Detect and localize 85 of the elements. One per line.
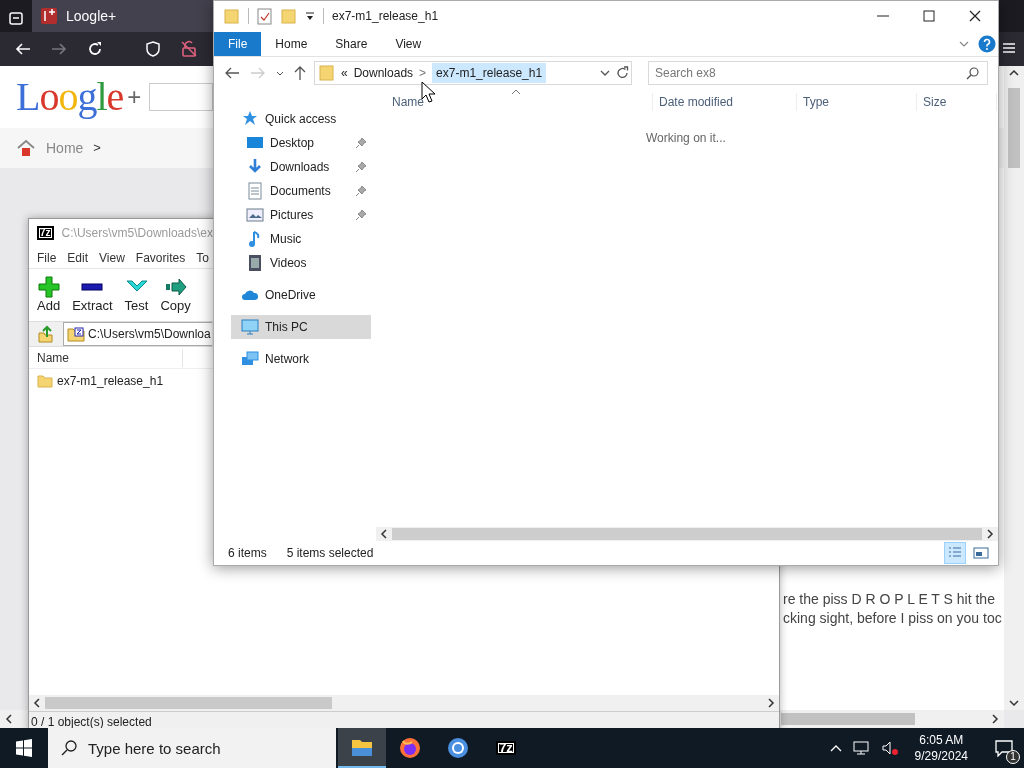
tab-list-icon[interactable] <box>8 9 24 26</box>
nav-item[interactable]: Quick access <box>231 107 371 131</box>
ribbon-tab[interactable]: Home <box>261 32 322 56</box>
folder-up-icon[interactable] <box>37 325 55 343</box>
scroll-thumb[interactable] <box>1008 88 1020 168</box>
scrollbar[interactable] <box>29 695 779 711</box>
menu-item[interactable]: To <box>196 248 209 267</box>
browser-tab[interactable]: Loogle+ <box>32 0 215 32</box>
file-row[interactable]: ex7-m1_release_h1 <box>35 371 166 391</box>
toolbar-button[interactable]: Extract <box>72 276 113 314</box>
column-header[interactable]: Name <box>29 348 183 367</box>
pc-icon <box>241 318 259 336</box>
breadcrumb-separator: > <box>93 139 101 158</box>
windows-icon <box>15 739 33 757</box>
menu-item[interactable]: View <box>99 248 125 267</box>
nav-item[interactable]: Downloads <box>231 155 371 179</box>
star-icon <box>241 110 259 128</box>
toolbar-button[interactable]: Copy <box>160 276 191 314</box>
reload-icon[interactable] <box>86 40 104 58</box>
add-icon <box>37 276 60 299</box>
pictures-icon <box>246 206 264 224</box>
menu-icon[interactable] <box>1002 41 1016 55</box>
column-header[interactable]: Name <box>376 93 653 111</box>
firefox-icon <box>398 736 422 760</box>
search-field[interactable]: Search ex8 <box>648 61 988 85</box>
selection-count: 5 items selected <box>286 545 374 562</box>
folder-icon <box>319 64 335 82</box>
chrome-icon <box>446 736 470 760</box>
toolbar-button[interactable]: Test <box>124 276 149 314</box>
sort-caret-icon <box>511 89 521 95</box>
text-line: cking sight, before I piss on you toc <box>783 609 1002 628</box>
search-field[interactable]: Type here to search <box>48 728 336 768</box>
status-text: 0 / 1 object(s) selected <box>31 713 152 731</box>
volume-muted-icon[interactable] <box>880 740 899 756</box>
nav-item[interactable]: Desktop <box>231 131 371 155</box>
ribbon-tab[interactable]: File <box>214 32 262 56</box>
logo-plus: + <box>127 82 142 112</box>
network-icon <box>241 350 259 368</box>
help-icon[interactable] <box>978 34 996 53</box>
toolbar-button[interactable]: Add <box>37 276 61 314</box>
nav-item[interactable]: This PC <box>231 315 371 339</box>
nav-item[interactable]: OneDrive <box>231 283 371 307</box>
menu-item[interactable]: Edit <box>67 248 89 267</box>
window-title: ex7-m1_release_h1 <box>332 8 439 25</box>
network-icon[interactable] <box>852 740 871 756</box>
folder-icon <box>37 373 53 389</box>
column-header[interactable]: Type <box>797 93 917 111</box>
shield-icon[interactable] <box>144 40 162 58</box>
nav-item[interactable]: Documents <box>231 179 371 203</box>
nav-item[interactable]: Videos <box>231 251 371 275</box>
window-title: C:\Users\vm5\Downloads\ex <box>61 225 213 242</box>
scrollbar[interactable] <box>781 710 1004 728</box>
document-icon <box>246 182 264 200</box>
logo: Loogle <box>16 77 124 117</box>
nav-item[interactable]: Music <box>231 227 371 251</box>
notifications-button[interactable]: 1 <box>984 728 1024 768</box>
ribbon-tab[interactable]: Share <box>321 32 382 56</box>
menu-item[interactable]: Favorites <box>135 248 186 267</box>
notification-count: 1 <box>1006 750 1020 764</box>
search-field[interactable] <box>149 83 214 111</box>
path-field[interactable]: C:\Users\vm5\Downloa <box>63 322 212 346</box>
lock-icon[interactable] <box>180 40 198 58</box>
column-header[interactable]: Date modified <box>653 93 797 111</box>
favicon-icon <box>40 7 58 25</box>
menu-item[interactable]: File <box>37 248 57 267</box>
search-icon[interactable] <box>966 66 980 80</box>
item-count: 6 items <box>228 545 267 562</box>
ribbon-tab[interactable]: View <box>381 32 436 56</box>
home-icon[interactable] <box>16 139 36 157</box>
text-line: re the piss D R O P L E T S hit the <box>783 590 996 609</box>
nav-item[interactable]: Pictures <box>231 203 371 227</box>
properties-icon[interactable] <box>257 7 273 25</box>
up-icon[interactable] <box>292 65 308 81</box>
scrollbar[interactable] <box>376 527 998 541</box>
clock[interactable]: 6:05 AM 9/29/2024 <box>908 732 974 764</box>
search-icon <box>60 739 78 757</box>
video-icon <box>246 254 264 272</box>
nav-item[interactable]: Network <box>231 347 371 371</box>
archive-folder-icon <box>67 326 85 342</box>
taskbar-app[interactable] <box>338 728 386 768</box>
address-bar[interactable]: « Downloads > ex7-m1_release_h1 <box>314 61 632 85</box>
status-message: Working on it... <box>645 130 727 147</box>
tab-title: Loogle+ <box>66 6 117 26</box>
column-header[interactable]: Size <box>917 93 997 111</box>
scrollbar[interactable] <box>1004 66 1024 710</box>
